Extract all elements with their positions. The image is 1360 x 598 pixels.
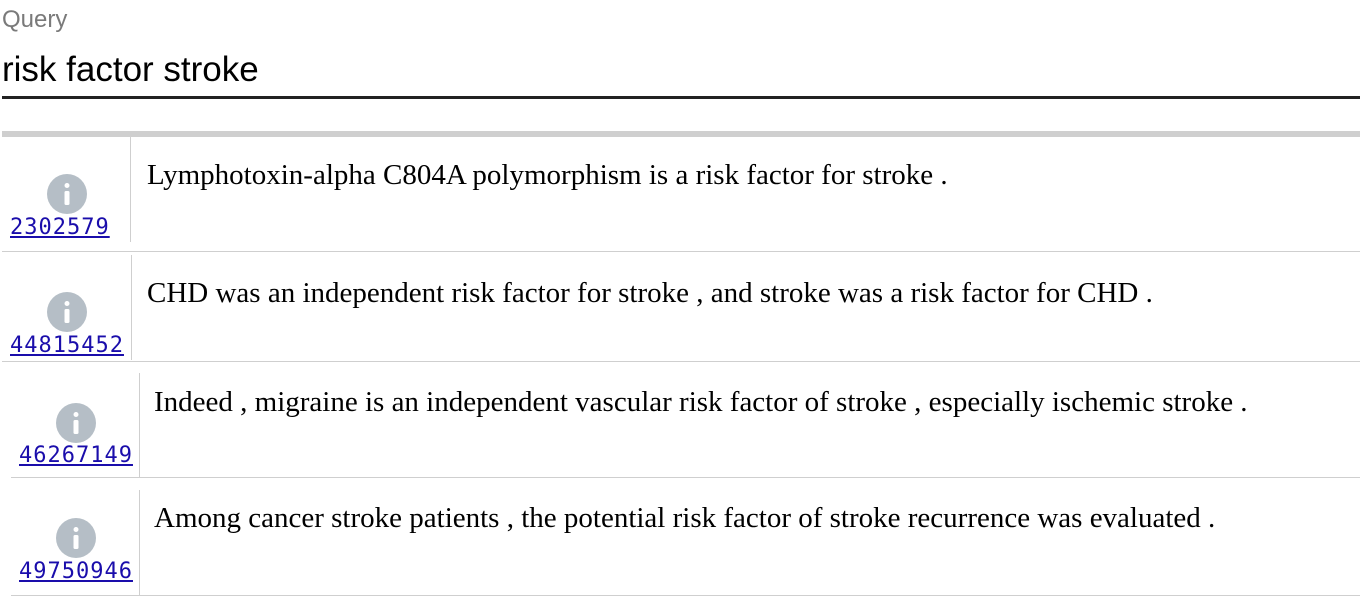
info-icon[interactable] [47,174,87,214]
doc-id-link[interactable]: 46267149 [19,444,133,468]
info-icon[interactable] [56,518,96,558]
row-meta: 46267149 [11,373,140,478]
row-meta: 44815452 [2,255,132,360]
query-input[interactable] [2,44,1360,99]
row-meta: 2302579 [2,137,131,242]
result-row: 49750946 Among cancer stroke patients , … [11,490,1360,596]
doc-id-link[interactable]: 2302579 [10,216,110,240]
row-meta: 49750946 [11,490,140,595]
info-icon[interactable] [56,403,96,443]
doc-id-link[interactable]: 44815452 [10,334,124,358]
query-label: Query [2,6,68,33]
sentence-text: CHD was an independent risk factor for s… [147,277,1153,309]
result-row: 44815452 CHD was an independent risk fac… [2,255,1360,362]
result-row: 2302579 Lymphotoxin-alpha C804A polymorp… [2,137,1360,252]
sentence-text: Lymphotoxin-alpha C804A polymorphism is … [147,159,948,191]
sentence-text: Indeed , migraine is an independent vasc… [154,386,1248,418]
doc-id-link[interactable]: 49750946 [19,560,133,584]
info-icon[interactable] [47,292,87,332]
sentence-text: Among cancer stroke patients , the poten… [154,502,1216,534]
result-row: 46267149 Indeed , migraine is an indepen… [11,373,1360,478]
